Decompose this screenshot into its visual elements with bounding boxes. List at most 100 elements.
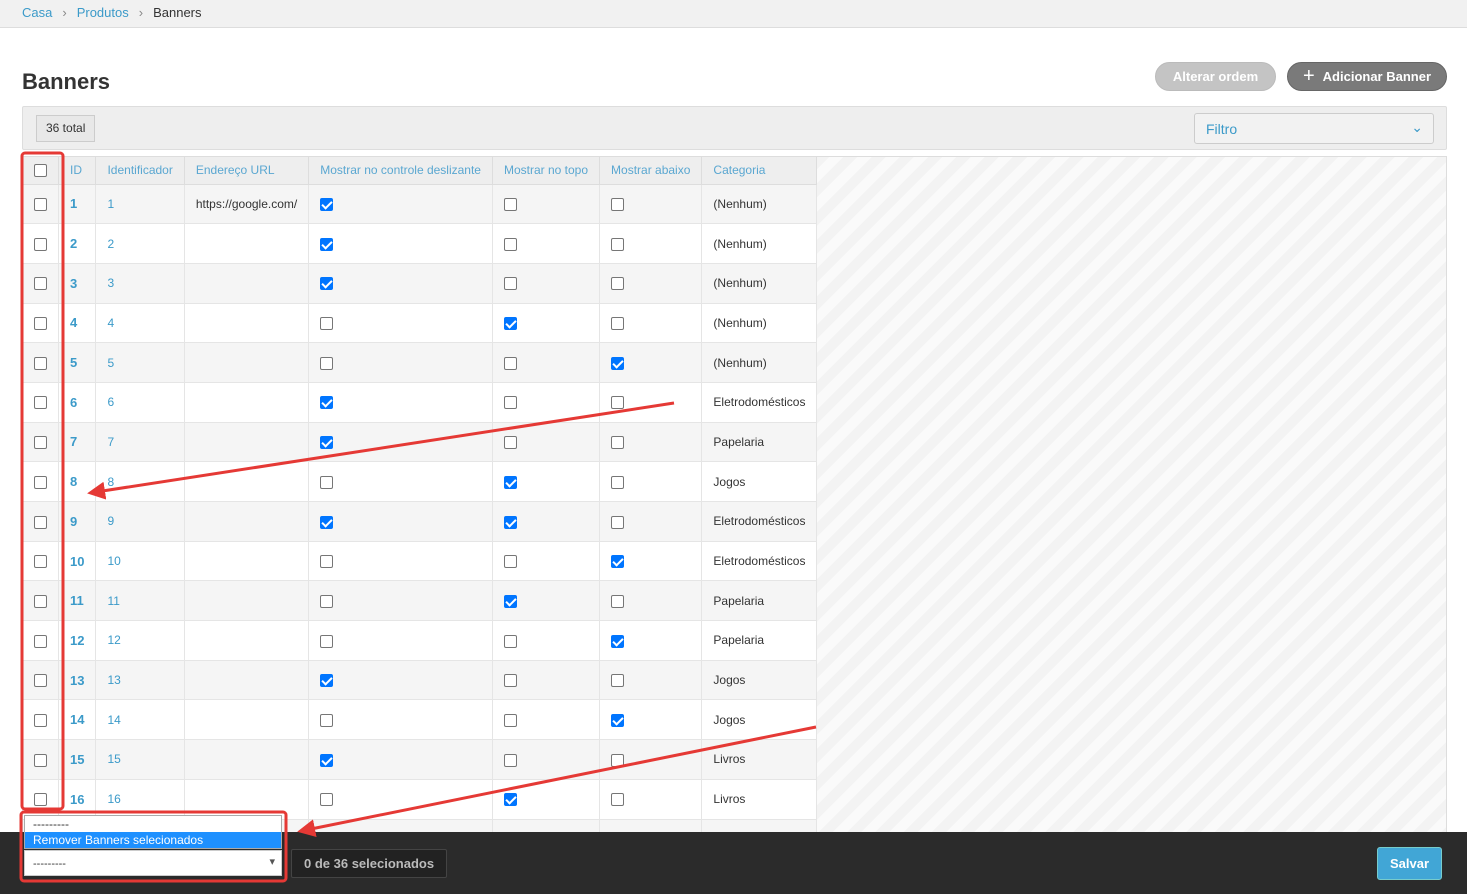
action-option[interactable]: --------- [25,816,281,832]
column-header[interactable]: Mostrar no topo [492,157,601,185]
banner-id-link[interactable]: 5 [70,355,77,370]
action-select[interactable]: --------- ▾ [24,850,282,876]
row-select-checkbox[interactable] [34,475,47,489]
filter-dropdown[interactable]: Filtro ⌄ [1194,113,1434,144]
banner-id-link[interactable]: 15 [70,752,84,767]
show-below-checkbox[interactable] [611,713,625,727]
show-slider-checkbox[interactable] [320,356,334,370]
banner-id-link[interactable]: 14 [70,712,84,727]
identifier-link[interactable]: 10 [107,554,120,568]
show-slider-checkbox[interactable] [320,555,334,569]
banner-id-link[interactable]: 3 [70,276,77,291]
show-below-checkbox[interactable] [611,753,625,767]
column-header[interactable]: Mostrar abaixo [599,157,703,185]
show-below-checkbox[interactable] [611,475,625,489]
row-select-checkbox[interactable] [34,634,47,648]
banner-id-link[interactable]: 1 [70,196,77,211]
row-select-checkbox[interactable] [34,793,47,807]
show-slider-checkbox[interactable] [320,317,334,331]
show-slider-checkbox[interactable] [320,237,334,251]
add-banner-button[interactable]: + Adicionar Banner [1287,62,1447,91]
show-top-checkbox[interactable] [503,317,517,331]
show-below-checkbox[interactable] [611,555,625,569]
row-select-checkbox[interactable] [34,396,47,410]
row-select-checkbox[interactable] [34,277,47,291]
show-below-checkbox[interactable] [611,198,625,211]
show-slider-checkbox[interactable] [320,674,334,688]
banner-id-link[interactable]: 2 [70,236,77,251]
column-header[interactable]: Categoria [701,157,818,185]
banner-id-link[interactable]: 13 [70,673,84,688]
row-select-checkbox[interactable] [34,594,47,608]
row-select-checkbox[interactable] [34,674,47,688]
banner-id-link[interactable]: 11 [70,593,84,608]
show-slider-checkbox[interactable] [320,515,334,529]
show-top-checkbox[interactable] [503,555,517,569]
identifier-link[interactable]: 7 [107,435,114,449]
save-button[interactable]: Salvar [1377,847,1442,880]
show-below-checkbox[interactable] [611,356,625,370]
show-top-checkbox[interactable] [503,634,517,648]
show-below-checkbox[interactable] [611,317,625,331]
show-slider-checkbox[interactable] [320,713,334,727]
identifier-link[interactable]: 4 [107,316,114,330]
action-option-remove[interactable]: Remover Banners selecionados [25,832,281,848]
identifier-link[interactable]: 1 [107,197,114,211]
show-top-checkbox[interactable] [503,277,517,291]
identifier-link[interactable]: 9 [107,514,114,528]
column-header[interactable]: Mostrar no controle deslizante [308,157,493,185]
column-header[interactable]: Endereço URL [184,157,310,185]
identifier-link[interactable]: 15 [107,752,120,766]
banner-id-link[interactable]: 16 [70,792,84,807]
banner-id-link[interactable]: 6 [70,395,77,410]
show-slider-checkbox[interactable] [320,198,334,211]
identifier-link[interactable]: 11 [107,594,119,608]
column-header[interactable]: ID [58,157,97,185]
row-select-checkbox[interactable] [34,436,47,450]
show-top-checkbox[interactable] [503,475,517,489]
show-top-checkbox[interactable] [503,198,517,211]
breadcrumb-home[interactable]: Casa [22,5,52,20]
show-top-checkbox[interactable] [503,436,517,450]
show-top-checkbox[interactable] [503,713,517,727]
show-top-checkbox[interactable] [503,674,517,688]
identifier-link[interactable]: 8 [107,475,114,489]
show-below-checkbox[interactable] [611,515,625,529]
show-top-checkbox[interactable] [503,594,517,608]
identifier-link[interactable]: 12 [107,633,120,647]
row-select-checkbox[interactable] [34,317,47,331]
row-select-checkbox[interactable] [34,237,47,251]
show-slider-checkbox[interactable] [320,277,334,291]
banner-id-link[interactable]: 8 [70,474,77,489]
row-select-checkbox[interactable] [34,555,47,569]
banner-id-link[interactable]: 10 [70,554,84,569]
row-select-checkbox[interactable] [34,515,47,529]
column-header[interactable]: Identificador [95,157,185,185]
row-select-checkbox[interactable] [34,753,47,767]
identifier-link[interactable]: 2 [107,237,114,251]
show-slider-checkbox[interactable] [320,594,334,608]
breadcrumb-products[interactable]: Produtos [77,5,129,20]
identifier-link[interactable]: 14 [107,713,120,727]
show-top-checkbox[interactable] [503,753,517,767]
banner-id-link[interactable]: 7 [70,434,77,449]
show-below-checkbox[interactable] [611,396,625,410]
reorder-button[interactable]: Alterar ordem [1155,62,1276,91]
identifier-link[interactable]: 3 [107,276,114,290]
identifier-link[interactable]: 13 [107,673,120,687]
show-slider-checkbox[interactable] [320,436,334,450]
show-below-checkbox[interactable] [611,594,625,608]
show-below-checkbox[interactable] [611,793,625,807]
show-slider-checkbox[interactable] [320,753,334,767]
identifier-link[interactable]: 5 [107,356,114,370]
show-top-checkbox[interactable] [503,515,517,529]
show-slider-checkbox[interactable] [320,475,334,489]
show-below-checkbox[interactable] [611,634,625,648]
select-all-checkbox[interactable] [34,164,47,178]
show-top-checkbox[interactable] [503,237,517,251]
banner-id-link[interactable]: 12 [70,633,84,648]
show-below-checkbox[interactable] [611,674,625,688]
show-slider-checkbox[interactable] [320,396,334,410]
banner-id-link[interactable]: 4 [70,315,77,330]
row-select-checkbox[interactable] [34,713,47,727]
